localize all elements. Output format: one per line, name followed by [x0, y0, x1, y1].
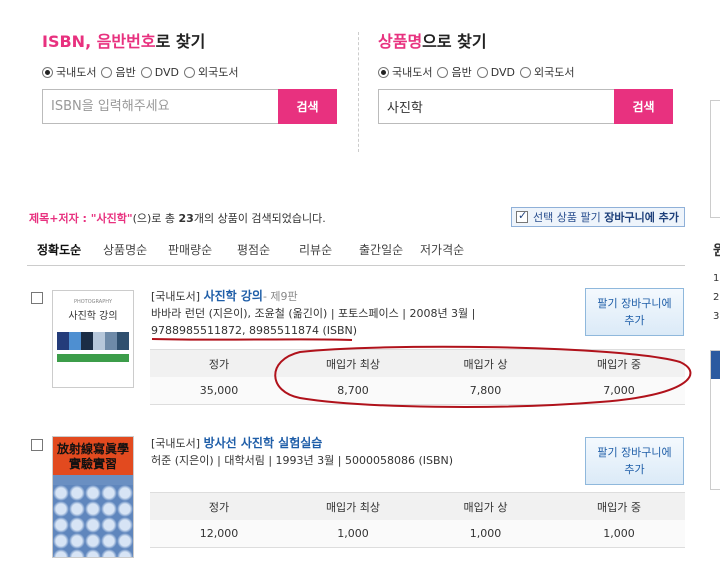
side-panel-char: 2	[713, 292, 720, 303]
isbn-search-title: ISBN, 음반번호로 찾기	[42, 32, 206, 51]
price-table: 정가 매입가 최상 매입가 상 매입가 중 12,000 1,000 1,000…	[150, 492, 685, 548]
radio-domestic[interactable]	[378, 66, 389, 78]
name-search-button[interactable]: 검색	[614, 89, 673, 124]
side-panel-char: 원	[713, 243, 720, 259]
cover-photo-strip	[57, 332, 129, 350]
side-panel-header	[711, 351, 720, 379]
name-search-title: 상품명으로 찾기	[378, 32, 487, 51]
sort-tab-name[interactable]: 상품명순	[103, 241, 168, 258]
select-all-checkbox[interactable]	[516, 209, 528, 223]
sort-divider	[27, 265, 685, 266]
add-selected-to-cart-button[interactable]: 선택 상품 팔기 장바구니에 추가	[511, 207, 685, 227]
radio-music[interactable]	[101, 66, 113, 78]
search-divider	[358, 32, 359, 152]
side-panel-edge	[710, 350, 720, 490]
buy-price-mid: 1,000	[603, 527, 635, 540]
item-checkbox[interactable]	[31, 292, 43, 304]
item-meta: [국내도서] 방사선 사진학 실험실습 허준 (지은이) | 대학서림 | 19…	[151, 436, 454, 467]
buy-price-mid: 7,000	[603, 384, 635, 397]
isbn-category-radios: 국내도서 음반 DVD 외국도서	[42, 64, 342, 80]
sort-tab-accuracy[interactable]: 정확도순	[37, 241, 103, 258]
side-panel-char: 3	[713, 311, 720, 322]
add-to-cart-button[interactable]: 팔기 장바구니에 추가	[585, 288, 684, 336]
buy-price-good: 7,800	[469, 384, 502, 397]
book-cover[interactable]: 放射線寫眞學 實驗實習	[52, 436, 134, 558]
radio-foreign[interactable]	[520, 66, 532, 78]
list-price: 35,000	[199, 384, 239, 397]
sort-tab-date[interactable]: 출간일순	[359, 241, 420, 258]
cover-pattern	[53, 485, 133, 557]
isbn-search-input[interactable]	[42, 89, 278, 124]
list-price: 12,000	[199, 527, 239, 540]
result-summary: 제목+저자 : "사진학"(으)로 총 23개의 상품이 검색되었습니다.	[29, 212, 326, 225]
radio-dvd[interactable]	[476, 66, 488, 78]
book-cover[interactable]: PHOTOGRAPHY 사진학 강의	[52, 290, 134, 388]
add-to-cart-button[interactable]: 팔기 장바구니에 추가	[585, 437, 684, 485]
name-search-input[interactable]	[378, 89, 614, 124]
name-category-radios: 국내도서 음반 DVD 외국도서	[378, 64, 678, 80]
item-meta: [국내도서] 사진학 강의- 제9판 바바라 런던 (지은이), 조윤철 (옮긴…	[151, 289, 476, 337]
item-checkbox[interactable]	[31, 439, 43, 451]
isbn-search-button[interactable]: 검색	[278, 89, 337, 124]
side-panel-char: 1	[713, 273, 720, 284]
item-title-link[interactable]: 방사선 사진학 실험실습	[204, 436, 323, 450]
isbn-search-panel: ISBN, 음반번호로 찾기 국내도서 음반 DVD 외국도서 검색	[42, 28, 342, 124]
buy-price-good: 1,000	[469, 527, 502, 540]
sort-tab-review[interactable]: 리뷰순	[299, 241, 359, 258]
buy-price-best: 1,000	[337, 527, 369, 540]
radio-foreign[interactable]	[184, 66, 196, 78]
buy-price-best: 8,700	[337, 384, 369, 397]
sort-tabs: 정확도순 상품명순 판매량순 평점순 리뷰순 출간일순 저가격순	[37, 241, 464, 258]
radio-dvd[interactable]	[140, 66, 152, 78]
name-search-panel: 상품명으로 찾기 국내도서 음반 DVD 외국도서 검색	[378, 28, 678, 124]
side-panel-edge	[710, 100, 720, 218]
item-title-link[interactable]: 사진학 강의	[204, 289, 263, 303]
radio-music[interactable]	[437, 66, 449, 78]
isbn-underline-annotation	[151, 338, 353, 341]
sort-tab-rating[interactable]: 평점순	[237, 241, 299, 258]
sort-tab-low-price[interactable]: 저가격순	[420, 241, 464, 258]
item-isbn: 9788985511872, 8985511874 (ISBN)	[151, 324, 358, 337]
price-table: 정가 매입가 최상 매입가 상 매입가 중 35,000 8,700 7,800…	[150, 349, 685, 405]
radio-domestic[interactable]	[42, 66, 53, 78]
sort-tab-sales[interactable]: 판매량순	[168, 241, 237, 258]
